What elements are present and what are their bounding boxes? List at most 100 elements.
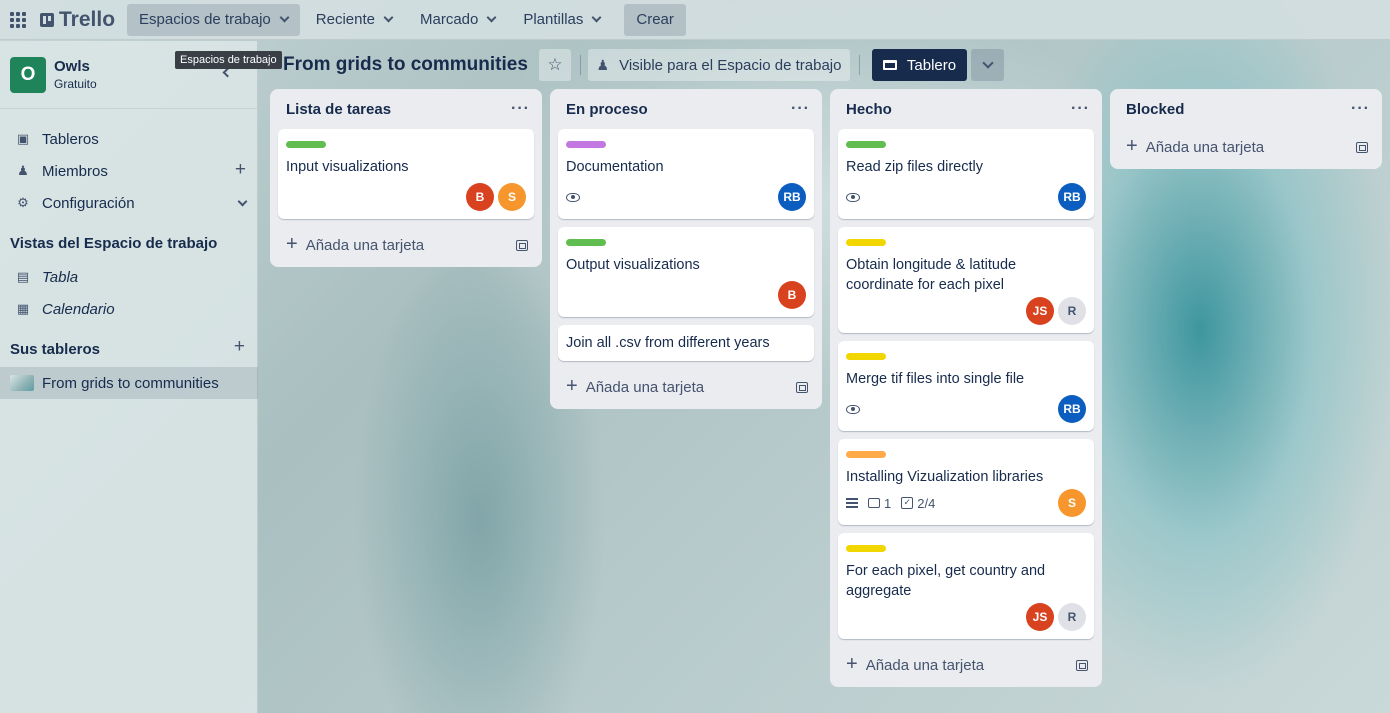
board-thumbnail [10,375,34,391]
nav-templates-button[interactable]: Plantillas [511,4,612,36]
member-avatar[interactable]: R [1058,603,1086,631]
chevron-down-icon [486,12,497,23]
create-button[interactable]: Crear [624,3,686,36]
watch-icon [846,192,860,202]
list-in-progress: En proceso ··· Documentation RB Output v… [550,89,822,409]
member-avatar[interactable]: JS [1026,297,1054,325]
header-divider [580,55,581,75]
card[interactable]: Input visualizations B S [278,129,534,219]
visibility-button[interactable]: ♟ Visible para el Espacio de trabajo [588,49,850,81]
card-label-yellow[interactable] [846,353,886,360]
chevron-down-icon [279,12,290,23]
member-avatar[interactable]: B [778,281,806,309]
comments-badge: 1 [868,496,891,511]
list-title[interactable]: Blocked [1126,101,1184,118]
plus-icon: + [286,233,298,255]
member-avatar[interactable]: RB [778,183,806,211]
card[interactable]: Documentation RB [558,129,814,219]
plus-icon: + [846,653,858,675]
card[interactable]: Join all .csv from different years [558,325,814,361]
card-label-green[interactable] [846,141,886,148]
card[interactable]: Read zip files directly RB [838,129,1094,219]
card-label-green[interactable] [286,141,326,148]
plus-icon: + [1126,135,1138,157]
workspace-avatar[interactable]: O [10,56,46,93]
workspace-name[interactable]: Owls [54,58,97,75]
list-blocked: Blocked ··· + Añada una tarjeta [1110,89,1382,169]
people-icon: ♟ [596,56,610,73]
member-avatar[interactable]: JS [1026,603,1054,631]
card-template-icon[interactable] [516,239,528,251]
sidebar-item-label: Tabla [42,268,79,286]
member-avatar[interactable]: RB [1058,183,1086,211]
calendar-icon: ▦ [16,301,30,316]
card-label-purple[interactable] [566,141,606,148]
list-menu-icon[interactable]: ··· [791,100,810,118]
star-icon: ☆ [547,55,563,74]
member-avatar[interactable]: S [498,183,526,211]
chevron-down-icon [981,57,994,69]
list-menu-icon[interactable]: ··· [511,100,530,118]
add-card-label: Añada una tarjeta [865,657,985,674]
comment-icon [868,498,880,508]
nav-recent-label: Reciente [315,11,375,28]
sidebar-item-members[interactable]: ♟ Miembros + [0,155,258,187]
card-template-icon[interactable] [1356,141,1368,153]
person-icon: ♟ [17,163,29,178]
collapse-sidebar-icon[interactable] [222,67,233,78]
member-avatar[interactable]: R [1058,297,1086,325]
card[interactable]: Installing Vizualization libraries 1 ✓ 2/… [838,439,1094,525]
list-title[interactable]: Hecho [846,101,892,118]
member-avatar[interactable]: B [466,183,494,211]
board-view-label: Tablero [906,56,957,74]
board-view-button[interactable]: Tablero [872,49,967,81]
card[interactable]: For each pixel, get country and aggregat… [838,533,1094,639]
chevron-down-icon [591,12,602,23]
add-card-button[interactable]: + Añada una tarjeta [550,369,822,405]
card-template-icon[interactable] [1076,659,1088,671]
trello-logo[interactable]: Trello [40,8,115,32]
board-title[interactable]: From grids to communities [283,54,528,76]
star-board-button[interactable]: ☆ [539,49,571,81]
list-todo: Lista de tareas ··· Input visualizations… [270,89,542,267]
nav-recent-button[interactable]: Reciente [304,4,404,36]
add-card-button[interactable]: + Añada una tarjeta [1110,129,1382,165]
card[interactable]: Output visualizations B [558,227,814,317]
sidebar-item-boards[interactable]: ▣ Tableros [0,123,258,155]
member-avatar[interactable]: S [1058,489,1086,517]
card[interactable]: Obtain longitude & latitude coordinate f… [838,227,1094,333]
card-title: Obtain longitude & latitude coordinate f… [846,257,1017,293]
card-label-yellow[interactable] [846,239,886,246]
add-card-label: Añada una tarjeta [1145,139,1265,156]
add-card-button[interactable]: + Añada una tarjeta [830,647,1102,683]
card[interactable]: Merge tif files into single file RB [838,341,1094,431]
list-title[interactable]: Lista de tareas [286,101,391,118]
card-template-icon[interactable] [796,381,808,393]
add-card-button[interactable]: + Añada una tarjeta [270,227,542,263]
sidebar-item-settings[interactable]: ⚙ Configuración [0,187,258,219]
card-title: Read zip files directly [846,159,983,175]
trello-board-icon: ▣ [16,131,30,146]
card-label-orange[interactable] [846,451,886,458]
card-label-yellow[interactable] [846,545,886,552]
card-title: Input visualizations [286,159,409,175]
card-title: For each pixel, get country and aggregat… [846,563,1046,599]
card-label-green[interactable] [566,239,606,246]
nav-workspaces-button[interactable]: Espacios de trabajo [127,3,300,36]
app-switcher-icon[interactable] [10,11,26,28]
sidebar-board-item[interactable]: From grids to communities [0,367,258,399]
add-board-icon[interactable]: + [234,337,245,356]
top-navigation: Trello Espacios de trabajo Reciente Marc… [0,0,1390,40]
list-menu-icon[interactable]: ··· [1071,100,1090,118]
view-switcher-button[interactable] [971,49,1004,81]
sidebar-item-calendar[interactable]: ▦ Calendario [0,293,258,325]
member-avatar[interactable]: RB [1058,395,1086,423]
nav-starred-button[interactable]: Marcado [408,4,507,36]
sidebar-item-table[interactable]: ▤ Tabla [0,261,258,293]
add-member-icon[interactable]: + [235,160,246,179]
workspace-plan: Gratuito [54,77,97,91]
list-menu-icon[interactable]: ··· [1351,100,1370,118]
list-title[interactable]: En proceso [566,101,648,118]
sidebar-item-label: Miembros [42,162,108,180]
chevron-down-icon[interactable] [237,192,248,208]
